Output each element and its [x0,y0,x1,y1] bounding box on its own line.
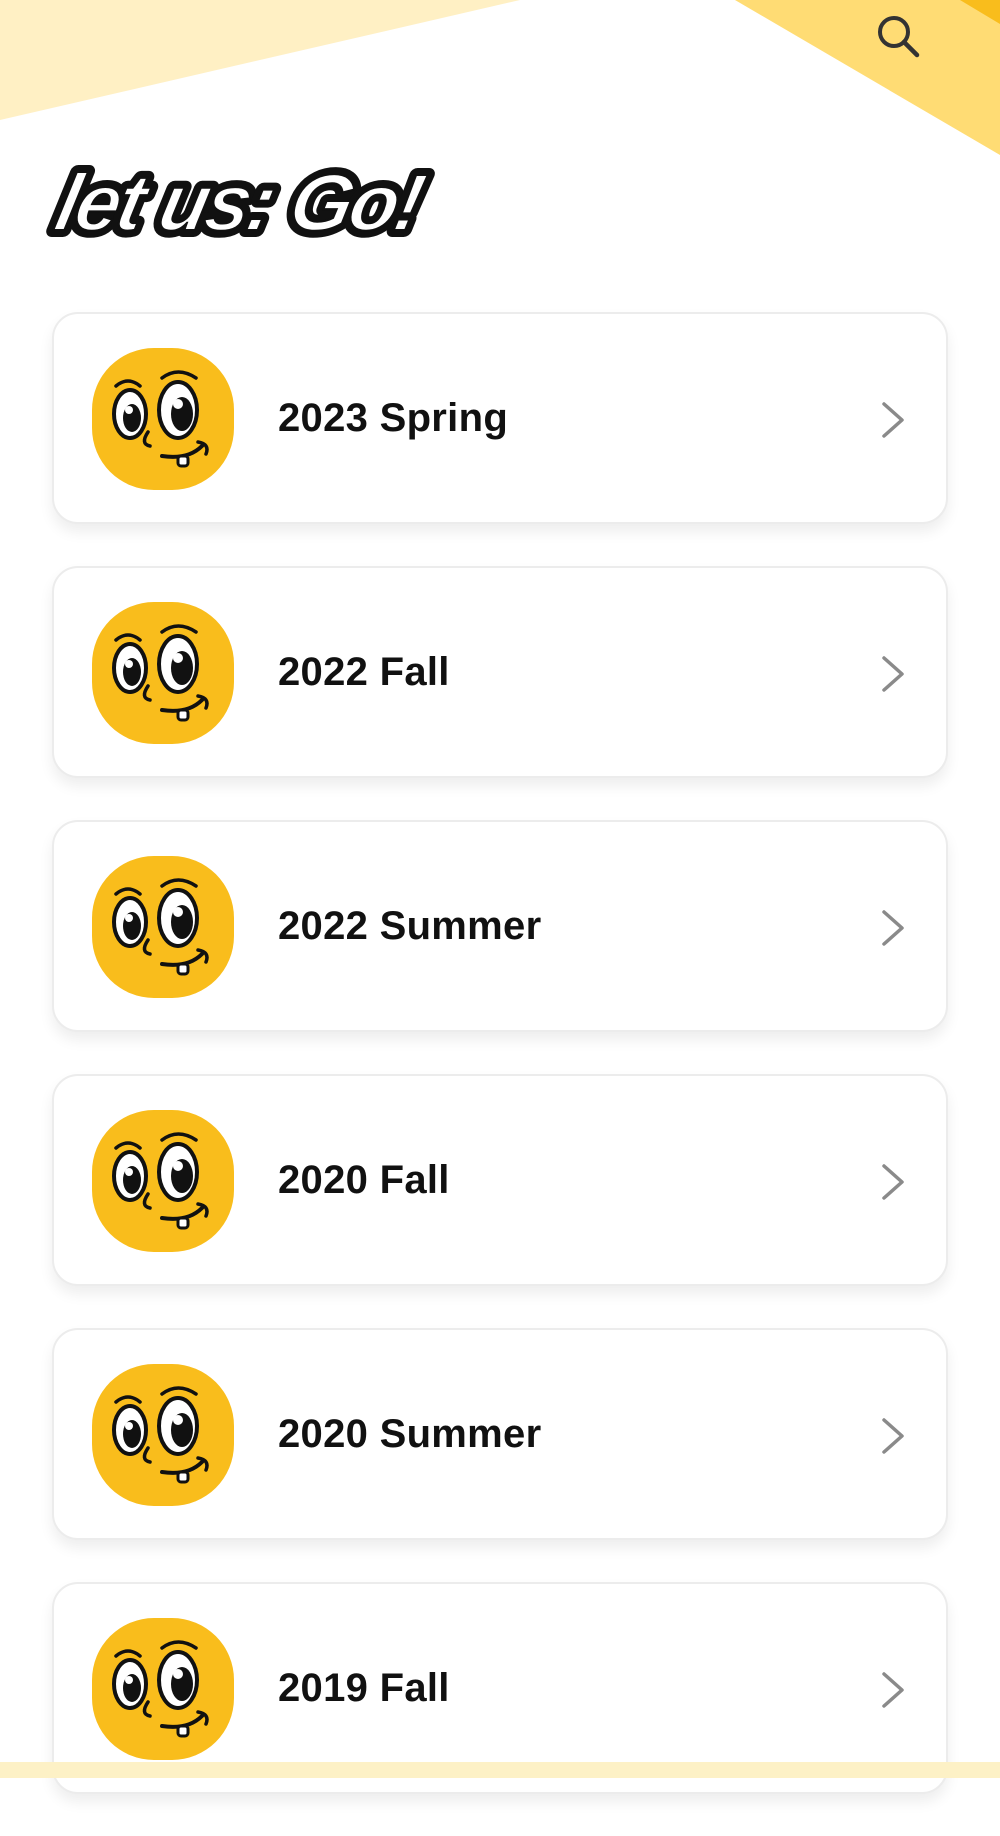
duck-face-avatar-icon [92,856,234,998]
season-card-label: 2022 Fall [278,649,450,694]
duck-face-avatar-icon [92,1110,234,1252]
season-card-label: 2019 Fall [278,1665,450,1710]
search-icon [878,16,920,58]
search-button[interactable] [868,6,928,66]
chevron-right-icon [882,402,904,438]
chevron-right-icon [882,1672,904,1708]
duck-face-avatar-icon [92,1618,234,1760]
season-card-label: 2020 Fall [278,1157,450,1202]
season-card-2022-fall[interactable]: 2022 Fall [52,566,948,778]
chevron-right-icon [882,1164,904,1200]
season-card-2022-summer[interactable]: 2022 Summer [52,820,948,1032]
season-list: 2023 Spring 2022 Fall 2022 Summer 2020 F… [52,312,948,1836]
season-card-2023-spring[interactable]: 2023 Spring [52,312,948,524]
season-card-2020-fall[interactable]: 2020 Fall [52,1074,948,1286]
duck-face-avatar-icon [92,602,234,744]
app-logo: let us: Go! let us: Go! [46,150,466,250]
svg-text:let us: Go!: let us: Go! [48,159,431,248]
duck-face-avatar-icon [92,1364,234,1506]
season-card-label: 2022 Summer [278,903,542,948]
duck-face-avatar-icon [92,348,234,490]
chevron-right-icon [882,910,904,946]
season-card-label: 2023 Spring [278,395,509,440]
chevron-right-icon [882,1418,904,1454]
bottom-bar [0,1762,1000,1778]
chevron-right-icon [882,656,904,692]
season-card-label: 2020 Summer [278,1411,542,1456]
season-card-2020-summer[interactable]: 2020 Summer [52,1328,948,1540]
